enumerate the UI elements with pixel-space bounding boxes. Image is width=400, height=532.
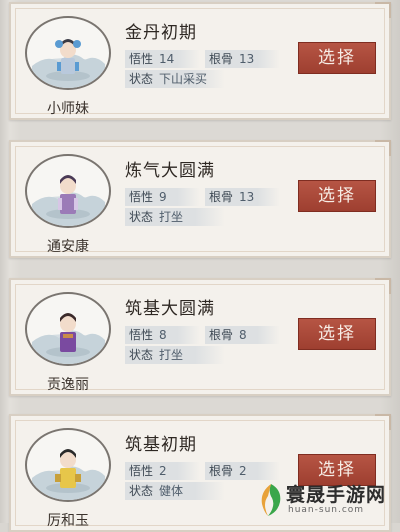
disciple-card: 小师妹 金丹初期 悟性 14 根骨 13 状态 下山采买 选择 <box>9 2 391 120</box>
character-sprite <box>60 313 76 352</box>
select-button[interactable]: 选择 <box>298 318 376 350</box>
cultivation-realm: 金丹初期 <box>125 23 197 43</box>
status-stat: 状态 打坐 <box>125 346 225 364</box>
status-stat: 状态 下山采买 <box>125 70 225 88</box>
select-button[interactable]: 选择 <box>298 42 376 74</box>
character-name: 通安康 <box>47 239 89 255</box>
cultivation-realm: 筑基初期 <box>125 435 197 455</box>
disciple-list[interactable]: 小师妹 金丹初期 悟性 14 根骨 13 状态 下山采买 选择 通安康 炼气大圆… <box>0 0 400 532</box>
disciple-card: 通安康 炼气大圆满 悟性 9 根骨 13 状态 打坐 选择 <box>9 140 391 258</box>
insight-stat: 悟性 9 <box>125 188 200 206</box>
avatar <box>25 154 111 228</box>
insight-stat: 悟性 8 <box>125 326 200 344</box>
select-button[interactable]: 选择 <box>298 180 376 212</box>
bone-stat: 根骨 13 <box>205 50 280 68</box>
character-name: 小师妹 <box>47 101 89 117</box>
bone-stat: 根骨 8 <box>205 326 280 344</box>
character-sprite <box>58 175 78 214</box>
bone-stat: 根骨 13 <box>205 188 280 206</box>
avatar <box>25 428 111 502</box>
cultivation-realm: 炼气大圆满 <box>125 161 215 181</box>
site-watermark: 寰晟手游网 huan-sun.com <box>252 476 400 523</box>
watermark-url: huan-sun.com <box>288 505 365 515</box>
status-stat: 状态 健体 <box>125 482 225 500</box>
status-stat: 状态 打坐 <box>125 208 225 226</box>
disciple-card: 贡逸丽 筑基大圆满 悟性 8 根骨 8 状态 打坐 选择 <box>9 278 391 396</box>
avatar <box>25 16 111 90</box>
cultivation-realm: 筑基大圆满 <box>125 299 215 319</box>
site-logo-icon <box>261 484 281 516</box>
character-name: 厉和玉 <box>47 513 89 529</box>
watermark-name: 寰晟手游网 <box>286 484 387 506</box>
character-name: 贡逸丽 <box>47 377 89 393</box>
avatar <box>25 292 111 366</box>
insight-stat: 悟性 2 <box>125 462 200 480</box>
insight-stat: 悟性 14 <box>125 50 200 68</box>
